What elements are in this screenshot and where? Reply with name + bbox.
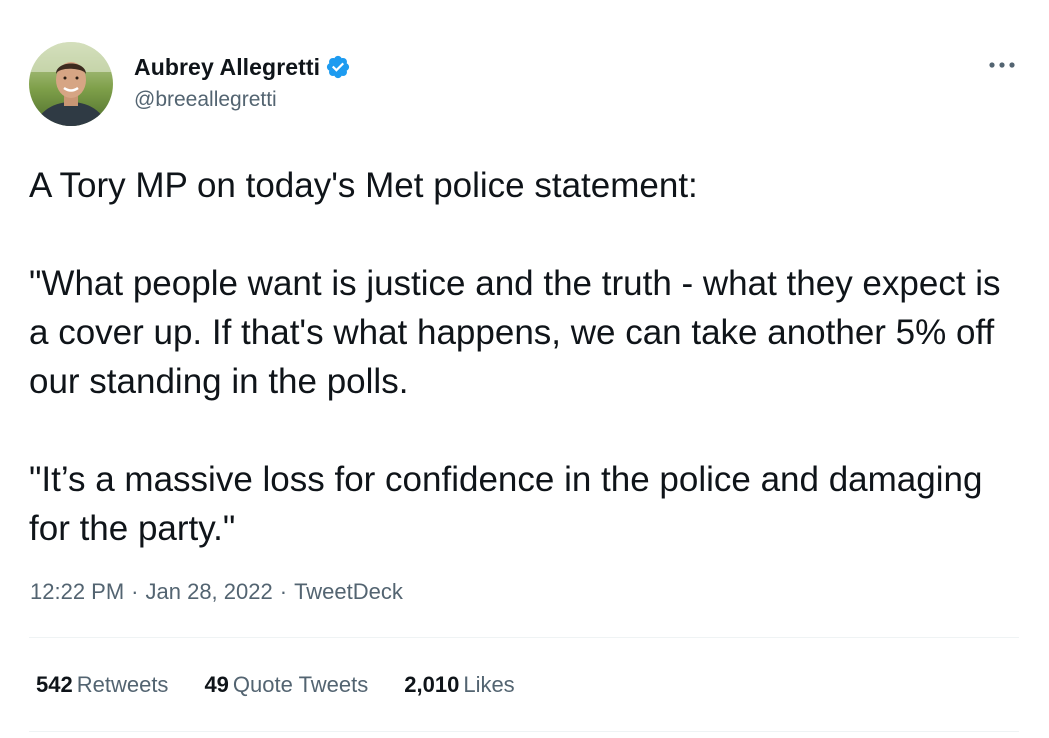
likes-label: Likes bbox=[463, 672, 515, 697]
quote-tweets-count: 49 bbox=[204, 672, 229, 697]
avatar[interactable] bbox=[29, 42, 113, 126]
more-horizontal-icon bbox=[989, 62, 1015, 68]
divider bbox=[29, 731, 1019, 732]
verified-badge-icon bbox=[325, 54, 351, 80]
divider bbox=[29, 637, 1019, 638]
tweet-date[interactable]: Jan 28, 2022 bbox=[146, 579, 273, 605]
retweets-stat[interactable]: 542 Retweets bbox=[36, 672, 168, 698]
author-handle[interactable]: @breeallegretti bbox=[134, 88, 277, 112]
author-name[interactable]: Aubrey Allegretti bbox=[134, 54, 320, 81]
quote-tweets-stat[interactable]: 49 Quote Tweets bbox=[204, 672, 368, 698]
tweet-text: A Tory MP on today's Met police statemen… bbox=[29, 161, 1029, 553]
meta-separator: · bbox=[131, 579, 139, 604]
tweet-card: Aubrey Allegretti @breeallegretti A Tory… bbox=[0, 0, 1049, 738]
likes-count: 2,010 bbox=[404, 672, 460, 697]
more-options-button[interactable] bbox=[985, 52, 1019, 78]
retweets-count: 542 bbox=[36, 672, 73, 697]
quote-tweets-label: Quote Tweets bbox=[232, 672, 369, 697]
avatar-image bbox=[29, 42, 113, 126]
tweet-time[interactable]: 12:22 PM bbox=[30, 579, 124, 605]
tweet-paragraph: A Tory MP on today's Met police statemen… bbox=[29, 166, 698, 205]
retweets-label: Retweets bbox=[76, 672, 169, 697]
tweet-metadata: 12:22 PM · Jan 28, 2022 · TweetDeck bbox=[30, 579, 403, 605]
author-name-row: Aubrey Allegretti bbox=[134, 52, 351, 82]
tweet-stats: 542 Retweets 49 Quote Tweets 2,010 Likes bbox=[36, 672, 551, 698]
tweet-paragraph: "It’s a massive loss for confidence in t… bbox=[29, 460, 983, 548]
meta-separator: · bbox=[279, 579, 288, 604]
likes-stat[interactable]: 2,010 Likes bbox=[404, 672, 514, 698]
tweet-paragraph: "What people want is justice and the tru… bbox=[29, 264, 1001, 401]
tweet-source-link[interactable]: TweetDeck bbox=[294, 579, 403, 605]
